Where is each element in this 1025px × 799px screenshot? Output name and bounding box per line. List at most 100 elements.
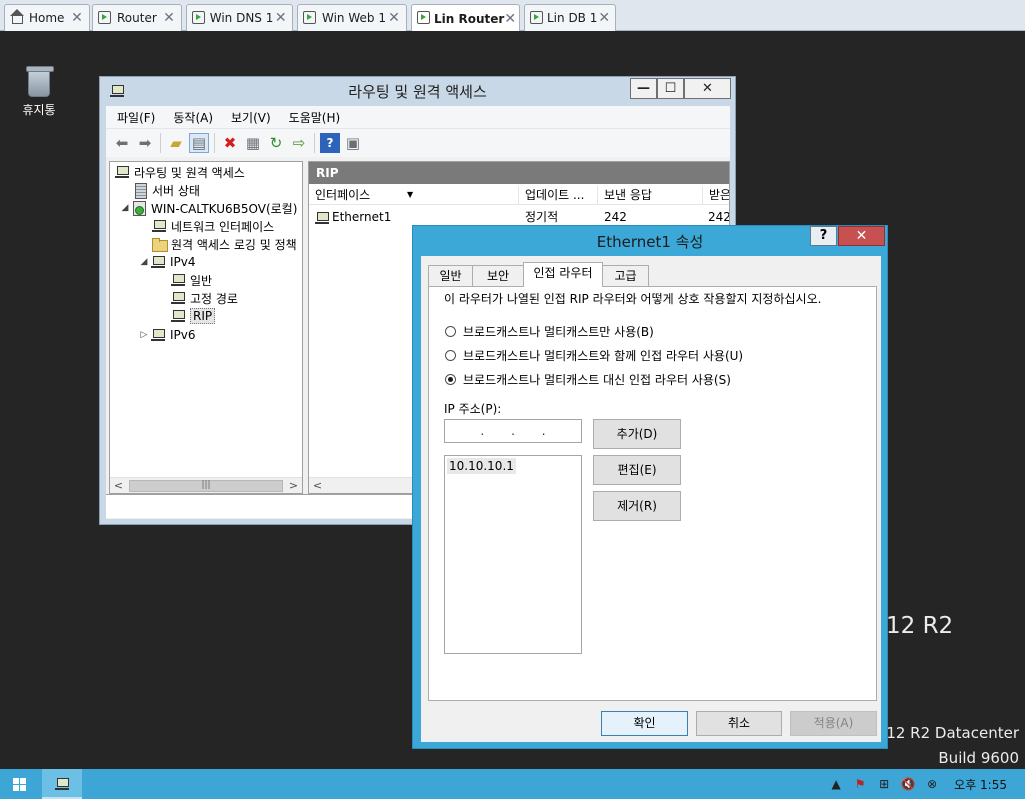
tab-lin-router[interactable]: Lin Router ✕ bbox=[411, 4, 520, 32]
tree-node-label: WIN-CALTKU6B5OV(로컬) bbox=[151, 201, 298, 216]
ok-button[interactable]: 확인 bbox=[601, 711, 688, 736]
tab-home[interactable]: Home ✕ bbox=[4, 4, 90, 31]
vm-tab-strip: Home ✕ Router ✕ Win DNS 1 ✕ Win Web 1 ✕ … bbox=[0, 0, 1025, 32]
dialog-help-button[interactable]: ? bbox=[810, 226, 837, 246]
tab-router[interactable]: Router ✕ bbox=[92, 4, 182, 31]
tab-label: Lin Router bbox=[434, 11, 505, 26]
properties-icon[interactable]: ▦ bbox=[243, 133, 263, 153]
up-folder-icon[interactable]: ▰ bbox=[166, 133, 186, 153]
apply-button[interactable]: 적용(A) bbox=[790, 711, 877, 736]
dialog-close-button[interactable]: ✕ bbox=[838, 226, 885, 246]
expand-icon[interactable]: ▷ bbox=[138, 330, 150, 340]
toolbar-separator bbox=[314, 133, 315, 153]
tree-node-label: RIP bbox=[190, 308, 216, 324]
edit-button[interactable]: 편집(E) bbox=[593, 455, 681, 485]
ip-address-input[interactable]: . . . bbox=[444, 419, 582, 443]
forward-arrow-icon[interactable]: ➡ bbox=[135, 133, 155, 153]
list-item[interactable]: 10.10.10.1 bbox=[447, 458, 516, 474]
close-icon[interactable]: ✕ bbox=[504, 11, 516, 27]
radio-broadcast-only[interactable]: 브로드캐스트나 멀티캐스트만 사용(B) bbox=[445, 322, 654, 340]
network-status-icon[interactable]: ⊞ bbox=[876, 776, 892, 792]
windows-logo-icon bbox=[13, 778, 27, 791]
close-icon[interactable]: ✕ bbox=[161, 10, 177, 26]
tree-horizontal-scrollbar[interactable]: < ||| > bbox=[110, 477, 302, 493]
column-header-interface[interactable]: 인터페이스 ▼ bbox=[309, 186, 519, 205]
radio-neighbors-instead[interactable]: 브로드캐스트나 멀티캐스트 대신 인접 라우터 사용(S) bbox=[445, 370, 731, 388]
tab-lin-db-1[interactable]: Lin DB 1 ✕ bbox=[524, 4, 616, 31]
taskbar-rras-app[interactable] bbox=[42, 769, 82, 799]
network-icon bbox=[114, 164, 130, 180]
recycle-bin[interactable]: 휴지통 bbox=[16, 66, 62, 118]
close-icon[interactable]: ✕ bbox=[273, 10, 288, 26]
maximize-button[interactable]: ☐ bbox=[657, 78, 684, 99]
scroll-thumb[interactable]: ||| bbox=[129, 480, 283, 492]
add-button[interactable]: 추가(D) bbox=[593, 419, 681, 449]
action-center-flag-icon[interactable]: ⚑ bbox=[852, 776, 868, 792]
column-header-sent[interactable]: 보낸 응답 bbox=[598, 186, 703, 205]
console-window-icon[interactable]: ▣ bbox=[343, 133, 363, 153]
tree-node-static-routes[interactable]: 고정 경로 bbox=[170, 289, 238, 307]
close-icon[interactable]: ✕ bbox=[386, 10, 402, 26]
menu-help[interactable]: 도움말(H) bbox=[278, 109, 348, 126]
close-button[interactable]: ✕ bbox=[684, 78, 731, 99]
ip-address-list[interactable]: 10.10.10.1 bbox=[444, 455, 582, 654]
tab-security[interactable]: 보안 bbox=[472, 265, 524, 286]
toolbar-separator bbox=[214, 133, 215, 153]
scroll-left-icon[interactable]: < bbox=[110, 478, 127, 493]
start-button[interactable] bbox=[0, 769, 40, 799]
export-list-icon[interactable]: ⇨ bbox=[289, 133, 309, 153]
tree-node-rip[interactable]: RIP bbox=[170, 307, 216, 325]
tab-win-dns-1[interactable]: Win DNS 1 ✕ bbox=[186, 4, 293, 31]
cancel-button[interactable]: 취소 bbox=[696, 711, 782, 736]
help-icon[interactable]: ? bbox=[320, 133, 340, 153]
delete-icon[interactable]: ✖ bbox=[220, 133, 240, 153]
row-update: 정기적 bbox=[525, 210, 559, 224]
taskbar-clock[interactable]: 오후 1:55 bbox=[954, 776, 1007, 793]
column-header-update[interactable]: 업데이트 ... bbox=[519, 186, 598, 205]
minimize-button[interactable]: — bbox=[630, 78, 657, 99]
properties-dialog: Ethernet1 속성 ? ✕ 일반 보안 인접 라우터 고급 이 라우터가 … bbox=[412, 225, 888, 749]
ip-octet-separator: . bbox=[541, 424, 546, 438]
tree-node-general[interactable]: 일반 bbox=[170, 271, 212, 289]
tab-neighbors[interactable]: 인접 라우터 bbox=[523, 262, 603, 287]
tree-node-ipv4[interactable]: ◢ IPv4 bbox=[138, 253, 196, 271]
vm-icon bbox=[530, 10, 543, 26]
tree-node-server-status[interactable]: 서버 상태 bbox=[132, 181, 200, 199]
menu-view[interactable]: 보기(V) bbox=[220, 109, 278, 126]
tab-label: Home bbox=[29, 11, 65, 25]
tree-node-rras-root[interactable]: 라우팅 및 원격 액세스 bbox=[114, 163, 245, 181]
tab-general[interactable]: 일반 bbox=[428, 265, 473, 286]
radio-neighbors-with-broadcast[interactable]: 브로드캐스트나 멀티캐스트와 함께 인접 라우터 사용(U) bbox=[445, 346, 743, 364]
network-icon bbox=[170, 308, 186, 324]
show-hidden-icons-icon[interactable]: ▲ bbox=[828, 776, 844, 792]
error-circle-icon[interactable]: ⊗ bbox=[924, 776, 940, 792]
column-header-received[interactable]: 받은 bbox=[703, 186, 729, 205]
tree-node-server[interactable]: ◢ WIN-CALTKU6B5OV(로컬) bbox=[119, 199, 297, 217]
menu-file[interactable]: 파일(F) bbox=[106, 109, 162, 126]
radio-indicator-selected bbox=[445, 373, 456, 385]
close-icon[interactable]: ✕ bbox=[69, 10, 85, 26]
collapse-icon[interactable]: ◢ bbox=[119, 203, 131, 213]
server-status-icon bbox=[132, 182, 148, 199]
volume-muted-icon[interactable]: 🔇 bbox=[900, 776, 916, 792]
show-hide-tree-icon[interactable]: ▤ bbox=[189, 133, 209, 153]
scroll-left-icon[interactable]: < bbox=[309, 478, 326, 493]
menu-action[interactable]: 동작(A) bbox=[162, 109, 220, 126]
details-pane-title: RIP bbox=[309, 162, 729, 184]
row-received: 242 bbox=[708, 210, 730, 224]
rras-title-bar[interactable]: 라우팅 및 원격 액세스 — ☐ ✕ bbox=[100, 77, 735, 104]
navigation-tree[interactable]: 라우팅 및 원격 액세스 서버 상태 ◢ WIN-CALTKU6B5OV(로컬)… bbox=[109, 161, 303, 494]
close-icon[interactable]: ✕ bbox=[597, 10, 611, 26]
vm-icon bbox=[192, 10, 206, 26]
tree-node-network-interfaces[interactable]: 네트워크 인터페이스 bbox=[151, 217, 274, 235]
tab-advanced[interactable]: 고급 bbox=[602, 265, 649, 286]
remove-button[interactable]: 제거(R) bbox=[593, 491, 681, 521]
tree-node-ipv6[interactable]: ▷ IPv6 bbox=[138, 326, 196, 344]
refresh-icon[interactable]: ↻ bbox=[266, 133, 286, 153]
scroll-right-icon[interactable]: > bbox=[285, 478, 302, 493]
tab-win-web-1[interactable]: Win Web 1 ✕ bbox=[297, 4, 407, 31]
tree-node-remote-access-logging[interactable]: 원격 액세스 로깅 및 정책 bbox=[151, 235, 297, 253]
back-arrow-icon[interactable]: ⬅ bbox=[112, 133, 132, 153]
dialog-body: 일반 보안 인접 라우터 고급 이 라우터가 나열된 인접 RIP 라우터와 어… bbox=[421, 256, 881, 742]
collapse-icon[interactable]: ◢ bbox=[138, 257, 150, 267]
